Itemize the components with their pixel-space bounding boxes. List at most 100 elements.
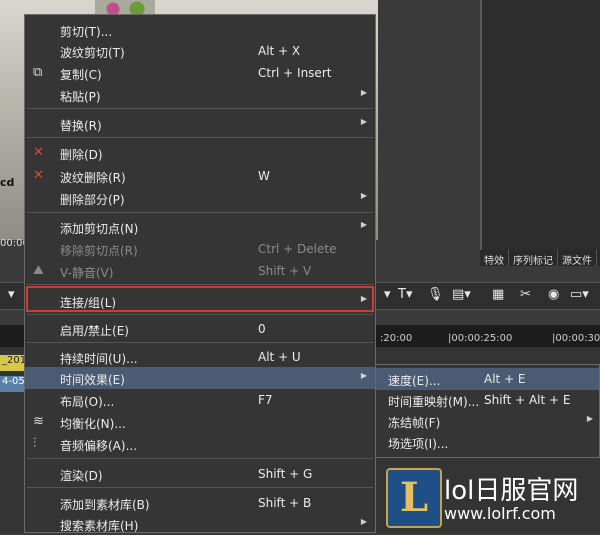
menu-item-remove-cut-point[interactable]: 移除剪切点(R) Ctrl + Delete xyxy=(25,238,375,260)
submenu-arrow-icon: ▶ xyxy=(360,220,367,229)
menu-item-label: 粘贴(P) xyxy=(60,90,101,104)
submenu-arrow-icon: ▶ xyxy=(360,191,367,200)
title-tool-icon[interactable]: T▾ xyxy=(398,286,412,302)
context-menu: 剪切(T)... 波纹剪切(T) Alt + X ⧉ 复制(C) Ctrl + … xyxy=(24,14,376,533)
menu-item-shortcut: Shift + B xyxy=(258,496,312,510)
menu-item-shortcut: F7 xyxy=(258,393,273,407)
menu-item-enable-disable[interactable]: 启用/禁止(E) 0 xyxy=(25,318,375,340)
record-icon[interactable]: ◉ xyxy=(548,286,559,302)
menu-item-label: 搜索素材库(H) xyxy=(60,519,139,533)
scissors-icon[interactable]: ✂ xyxy=(520,286,531,302)
grid-icon[interactable]: ▦ xyxy=(492,286,504,302)
watermark-logo: L lol日服官网 www.lolrf.com xyxy=(382,462,600,533)
time-effects-submenu: 速度(E)... Alt + E 时间重映射(M)... Shift + Alt… xyxy=(375,364,600,458)
menu-item-audio-offset[interactable]: ⫶ 音频偏移(A)... xyxy=(25,433,375,455)
ruler-tick: :20:00 xyxy=(380,333,413,344)
menu-item-cut[interactable]: 剪切(T)... xyxy=(25,19,375,41)
submenu-item-label: 冻结帧(F) xyxy=(388,416,441,430)
menu-item-shortcut: Alt + U xyxy=(258,350,301,364)
audio-offset-icon: ⫶ xyxy=(33,436,37,451)
delete-icon: ✕ xyxy=(33,145,44,160)
menu-item-paste[interactable]: 粘贴(P) ▶ xyxy=(25,84,375,106)
menu-item-v-mute[interactable]: ⛰ V-静音(V) Shift + V xyxy=(25,260,375,282)
menu-item-label: 渲染(D) xyxy=(60,469,103,483)
menu-item-label: 波纹剪切(T) xyxy=(60,46,125,60)
mute-icon: ⛰ xyxy=(33,263,44,278)
submenu-item-time-remap[interactable]: 时间重映射(M)... Shift + Alt + E xyxy=(376,389,599,411)
menu-item-shortcut: Shift + G xyxy=(258,467,313,481)
menu-item-label: 波纹删除(R) xyxy=(60,171,126,185)
submenu-arrow-icon: ▶ xyxy=(360,88,367,97)
menu-item-label: 删除部分(P) xyxy=(60,193,125,207)
submenu-item-speed[interactable]: 速度(E)... Alt + E xyxy=(376,368,599,390)
submenu-item-field-options[interactable]: 场选项(I)... xyxy=(376,431,599,453)
menu-item-search-bin[interactable]: 搜索素材库(H) ▶ xyxy=(25,513,375,535)
tab-sequence-markers[interactable]: 序列标记 xyxy=(509,250,558,267)
menu-item-label: 音频偏移(A)... xyxy=(60,439,138,453)
menu-item-shortcut: Ctrl + Delete xyxy=(258,242,337,256)
menu-item-time-effects[interactable]: 时间效果(E) ▶ xyxy=(25,367,375,389)
menu-item-label: 移除剪切点(R) xyxy=(60,244,138,258)
menu-item-copy[interactable]: ⧉ 复制(C) Ctrl + Insert xyxy=(25,62,375,84)
menu-item-delete-part[interactable]: 删除部分(P) ▶ xyxy=(25,187,375,209)
tab-effects[interactable]: 特效 xyxy=(480,250,509,267)
menu-item-replace[interactable]: 替换(R) ▶ xyxy=(25,113,375,135)
right-panel xyxy=(480,0,600,250)
menu-item-shortcut: Ctrl + Insert xyxy=(258,66,332,80)
menu-item-label: 时间效果(E) xyxy=(60,373,125,387)
submenu-item-label: 场选项(I)... xyxy=(388,437,449,451)
menu-item-shortcut: Shift + V xyxy=(258,264,312,278)
menu-item-ripple-delete[interactable]: ✕ 波纹删除(R) W xyxy=(25,165,375,187)
menu-item-delete[interactable]: ✕ 删除(D) xyxy=(25,142,375,164)
menu-separator xyxy=(27,108,373,109)
submenu-arrow-icon: ▶ xyxy=(360,517,367,526)
submenu-item-freeze-frame[interactable]: 冻结帧(F) ▶ xyxy=(376,410,599,432)
menu-item-shortcut: Alt + X xyxy=(258,44,301,58)
menu-item-label: 添加剪切点(N) xyxy=(60,222,139,236)
menu-item-shortcut: W xyxy=(258,169,270,183)
menu-item-add-to-bin[interactable]: 添加到素材库(B) Shift + B xyxy=(25,492,375,514)
ruler-tick: |00:00:25:00 xyxy=(448,333,513,344)
menu-item-label: 替换(R) xyxy=(60,119,102,133)
menu-item-label: 均衡化(N)... xyxy=(60,417,126,431)
menu-separator xyxy=(27,342,373,343)
menu-item-label: 布局(O)... xyxy=(60,395,115,409)
preview-text: cd xyxy=(0,176,15,189)
menu-item-layout[interactable]: 布局(O)... F7 xyxy=(25,389,375,411)
expand-icon[interactable]: ▾ xyxy=(8,286,15,302)
ripple-delete-icon: ✕ xyxy=(33,168,44,183)
submenu-item-label: 时间重映射(M)... xyxy=(388,395,480,409)
submenu-item-shortcut: Alt + E xyxy=(484,372,526,386)
color-tool-icon[interactable]: ▤▾ xyxy=(452,286,471,302)
menu-item-label: 剪切(T)... xyxy=(60,25,113,39)
submenu-arrow-icon: ▶ xyxy=(586,414,593,423)
menu-item-duration[interactable]: 持续时间(U)... Alt + U xyxy=(25,346,375,368)
microphone-icon[interactable]: 🎙 xyxy=(427,286,444,302)
menu-separator xyxy=(27,458,373,459)
menu-separator xyxy=(27,212,373,213)
watermark-url: www.lolrf.com xyxy=(444,504,556,523)
menu-item-label: 启用/禁止(E) xyxy=(60,324,129,338)
lol-badge-icon: L xyxy=(386,468,442,528)
menu-item-add-cut-point[interactable]: 添加剪切点(N) ▶ xyxy=(25,216,375,238)
panel-tabs: 特效 序列标记 源文件 xyxy=(480,250,600,267)
copy-icon: ⧉ xyxy=(33,65,43,80)
watermark-title: lol日服官网 xyxy=(444,476,579,506)
menu-item-shortcut: 0 xyxy=(258,322,266,336)
equalize-icon: ≋ xyxy=(33,414,44,429)
ruler-tick: |00:00:30 xyxy=(552,333,600,344)
tab-source[interactable]: 源文件 xyxy=(558,250,597,267)
highlight-frame xyxy=(26,286,374,312)
submenu-item-label: 速度(E)... xyxy=(388,374,441,388)
menu-item-label: 持续时间(U)... xyxy=(60,352,138,366)
submenu-item-shortcut: Shift + Alt + E xyxy=(484,393,571,407)
menu-item-label: 添加到素材库(B) xyxy=(60,498,150,512)
menu-item-label: V-静音(V) xyxy=(60,266,114,280)
window-menu-icon[interactable]: ▭▾ xyxy=(570,286,589,302)
menu-item-render[interactable]: 渲染(D) Shift + G xyxy=(25,463,375,485)
menu-item-equalize[interactable]: ≋ 均衡化(N)... xyxy=(25,411,375,433)
menu-item-label: 复制(C) xyxy=(60,68,102,82)
submenu-arrow-icon: ▶ xyxy=(360,371,367,380)
menu-item-ripple-cut[interactable]: 波纹剪切(T) Alt + X xyxy=(25,40,375,62)
dropdown-arrow-icon[interactable]: ▾ xyxy=(384,286,391,302)
